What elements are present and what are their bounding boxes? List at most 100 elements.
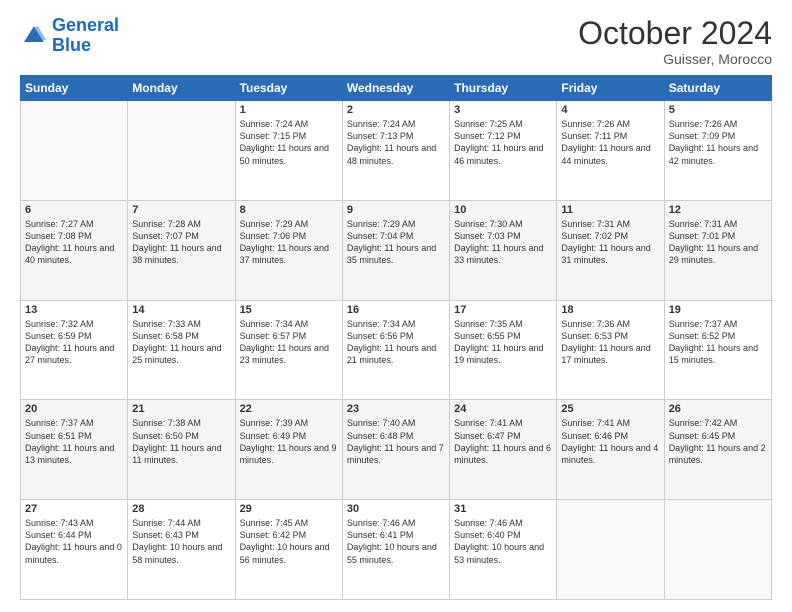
day-number: 6 <box>25 204 123 216</box>
day-number: 20 <box>25 403 123 415</box>
cell-details: Sunrise: 7:33 AM Sunset: 6:58 PM Dayligh… <box>132 318 230 367</box>
day-header-thursday: Thursday <box>450 76 557 101</box>
day-number: 21 <box>132 403 230 415</box>
day-number: 11 <box>561 204 659 216</box>
calendar-cell: 17 Sunrise: 7:35 AM Sunset: 6:55 PM Dayli… <box>450 300 557 400</box>
day-header-saturday: Saturday <box>664 76 771 101</box>
cell-details: Sunrise: 7:34 AM Sunset: 6:57 PM Dayligh… <box>240 318 338 367</box>
calendar-cell <box>128 101 235 201</box>
cell-details: Sunrise: 7:31 AM Sunset: 7:02 PM Dayligh… <box>561 218 659 267</box>
calendar-cell <box>21 101 128 201</box>
cell-details: Sunrise: 7:45 AM Sunset: 6:42 PM Dayligh… <box>240 517 338 566</box>
day-number: 9 <box>347 204 445 216</box>
calendar-cell: 7 Sunrise: 7:28 AM Sunset: 7:07 PM Daylig… <box>128 200 235 300</box>
day-number: 2 <box>347 104 445 116</box>
day-number: 5 <box>669 104 767 116</box>
calendar-cell: 30 Sunrise: 7:46 AM Sunset: 6:41 PM Dayli… <box>342 500 449 600</box>
month-title: October 2024 <box>578 16 772 51</box>
calendar-cell: 29 Sunrise: 7:45 AM Sunset: 6:42 PM Dayli… <box>235 500 342 600</box>
cell-details: Sunrise: 7:32 AM Sunset: 6:59 PM Dayligh… <box>25 318 123 367</box>
calendar-cell: 2 Sunrise: 7:24 AM Sunset: 7:13 PM Daylig… <box>342 101 449 201</box>
calendar-cell: 22Sunrise: 7:39 AM Sunset: 6:49 PM Dayli… <box>235 400 342 500</box>
cell-details: Sunrise: 7:30 AM Sunset: 7:03 PM Dayligh… <box>454 218 552 267</box>
day-number: 7 <box>132 204 230 216</box>
calendar-cell: 12 Sunrise: 7:31 AM Sunset: 7:01 PM Dayli… <box>664 200 771 300</box>
calendar-cell: 15 Sunrise: 7:34 AM Sunset: 6:57 PM Dayli… <box>235 300 342 400</box>
cell-details: Sunrise: 7:26 AM Sunset: 7:09 PM Dayligh… <box>669 118 767 167</box>
day-number: 17 <box>454 304 552 316</box>
day-number: 25 <box>561 403 659 415</box>
cell-details: Sunrise: 7:27 AM Sunset: 7:08 PM Dayligh… <box>25 218 123 267</box>
day-number: 29 <box>240 503 338 515</box>
cell-details: Sunrise: 7:31 AM Sunset: 7:01 PM Dayligh… <box>669 218 767 267</box>
calendar-cell: 23 Sunrise: 7:40 AM Sunset: 6:48 PM Dayli… <box>342 400 449 500</box>
cell-details: Sunrise: 7:43 AM Sunset: 6:44 PM Dayligh… <box>25 517 123 566</box>
calendar-week-2: 6 Sunrise: 7:27 AM Sunset: 7:08 PM Daylig… <box>21 200 772 300</box>
calendar-table: SundayMondayTuesdayWednesdayThursdayFrid… <box>20 75 772 600</box>
cell-details: Sunrise: 7:29 AM Sunset: 7:06 PM Dayligh… <box>240 218 338 267</box>
logo: General Blue <box>20 16 119 56</box>
calendar-cell: 21Sunrise: 7:38 AM Sunset: 6:50 PM Dayli… <box>128 400 235 500</box>
header: General Blue October 2024 Guisser, Moroc… <box>20 16 772 67</box>
logo-icon <box>20 22 48 50</box>
calendar-cell: 26 Sunrise: 7:42 AM Sunset: 6:45 PM Dayli… <box>664 400 771 500</box>
day-header-tuesday: Tuesday <box>235 76 342 101</box>
day-header-friday: Friday <box>557 76 664 101</box>
calendar-cell: 13 Sunrise: 7:32 AM Sunset: 6:59 PM Dayli… <box>21 300 128 400</box>
day-number: 30 <box>347 503 445 515</box>
day-header-monday: Monday <box>128 76 235 101</box>
day-number: 18 <box>561 304 659 316</box>
logo-text: General Blue <box>52 16 119 56</box>
day-number: 3 <box>454 104 552 116</box>
cell-details: Sunrise: 7:41 AM Sunset: 6:46 PM Dayligh… <box>561 417 659 466</box>
cell-details: Sunrise: 7:25 AM Sunset: 7:12 PM Dayligh… <box>454 118 552 167</box>
location: Guisser, Morocco <box>578 51 772 67</box>
cell-details: Sunrise: 7:34 AM Sunset: 6:56 PM Dayligh… <box>347 318 445 367</box>
cell-details: Sunrise: 7:46 AM Sunset: 6:40 PM Dayligh… <box>454 517 552 566</box>
title-block: October 2024 Guisser, Morocco <box>578 16 772 67</box>
calendar-cell: 27 Sunrise: 7:43 AM Sunset: 6:44 PM Dayli… <box>21 500 128 600</box>
day-number: 27 <box>25 503 123 515</box>
cell-details: Sunrise: 7:41 AM Sunset: 6:47 PM Dayligh… <box>454 417 552 466</box>
cell-details: Sunrise: 7:42 AM Sunset: 6:45 PM Dayligh… <box>669 417 767 466</box>
calendar-cell: 1Sunrise: 7:24 AM Sunset: 7:15 PM Daylig… <box>235 101 342 201</box>
day-number: 4 <box>561 104 659 116</box>
day-number: 12 <box>669 204 767 216</box>
header-row: SundayMondayTuesdayWednesdayThursdayFrid… <box>21 76 772 101</box>
calendar-cell <box>557 500 664 600</box>
calendar-week-3: 13 Sunrise: 7:32 AM Sunset: 6:59 PM Dayli… <box>21 300 772 400</box>
calendar-week-4: 20Sunrise: 7:37 AM Sunset: 6:51 PM Dayli… <box>21 400 772 500</box>
day-number: 24 <box>454 403 552 415</box>
page: General Blue October 2024 Guisser, Moroc… <box>0 0 792 612</box>
day-number: 23 <box>347 403 445 415</box>
day-header-sunday: Sunday <box>21 76 128 101</box>
cell-details: Sunrise: 7:24 AM Sunset: 7:15 PM Dayligh… <box>240 118 338 167</box>
day-header-wednesday: Wednesday <box>342 76 449 101</box>
calendar-cell: 31 Sunrise: 7:46 AM Sunset: 6:40 PM Dayli… <box>450 500 557 600</box>
cell-details: Sunrise: 7:26 AM Sunset: 7:11 PM Dayligh… <box>561 118 659 167</box>
day-number: 16 <box>347 304 445 316</box>
calendar-cell: 14Sunrise: 7:33 AM Sunset: 6:58 PM Dayli… <box>128 300 235 400</box>
day-number: 13 <box>25 304 123 316</box>
day-number: 31 <box>454 503 552 515</box>
calendar-cell: 8Sunrise: 7:29 AM Sunset: 7:06 PM Daylig… <box>235 200 342 300</box>
calendar-week-1: 1Sunrise: 7:24 AM Sunset: 7:15 PM Daylig… <box>21 101 772 201</box>
calendar-cell: 28Sunrise: 7:44 AM Sunset: 6:43 PM Dayli… <box>128 500 235 600</box>
cell-details: Sunrise: 7:36 AM Sunset: 6:53 PM Dayligh… <box>561 318 659 367</box>
calendar-cell <box>664 500 771 600</box>
cell-details: Sunrise: 7:35 AM Sunset: 6:55 PM Dayligh… <box>454 318 552 367</box>
calendar-cell: 20Sunrise: 7:37 AM Sunset: 6:51 PM Dayli… <box>21 400 128 500</box>
calendar-cell: 24 Sunrise: 7:41 AM Sunset: 6:47 PM Dayli… <box>450 400 557 500</box>
cell-details: Sunrise: 7:46 AM Sunset: 6:41 PM Dayligh… <box>347 517 445 566</box>
cell-details: Sunrise: 7:24 AM Sunset: 7:13 PM Dayligh… <box>347 118 445 167</box>
calendar-cell: 11 Sunrise: 7:31 AM Sunset: 7:02 PM Dayli… <box>557 200 664 300</box>
calendar-cell: 4 Sunrise: 7:26 AM Sunset: 7:11 PM Daylig… <box>557 101 664 201</box>
day-number: 10 <box>454 204 552 216</box>
calendar-week-5: 27 Sunrise: 7:43 AM Sunset: 6:44 PM Dayli… <box>21 500 772 600</box>
cell-details: Sunrise: 7:28 AM Sunset: 7:07 PM Dayligh… <box>132 218 230 267</box>
cell-details: Sunrise: 7:40 AM Sunset: 6:48 PM Dayligh… <box>347 417 445 466</box>
day-number: 26 <box>669 403 767 415</box>
day-number: 22 <box>240 403 338 415</box>
day-number: 15 <box>240 304 338 316</box>
calendar-cell: 10 Sunrise: 7:30 AM Sunset: 7:03 PM Dayli… <box>450 200 557 300</box>
